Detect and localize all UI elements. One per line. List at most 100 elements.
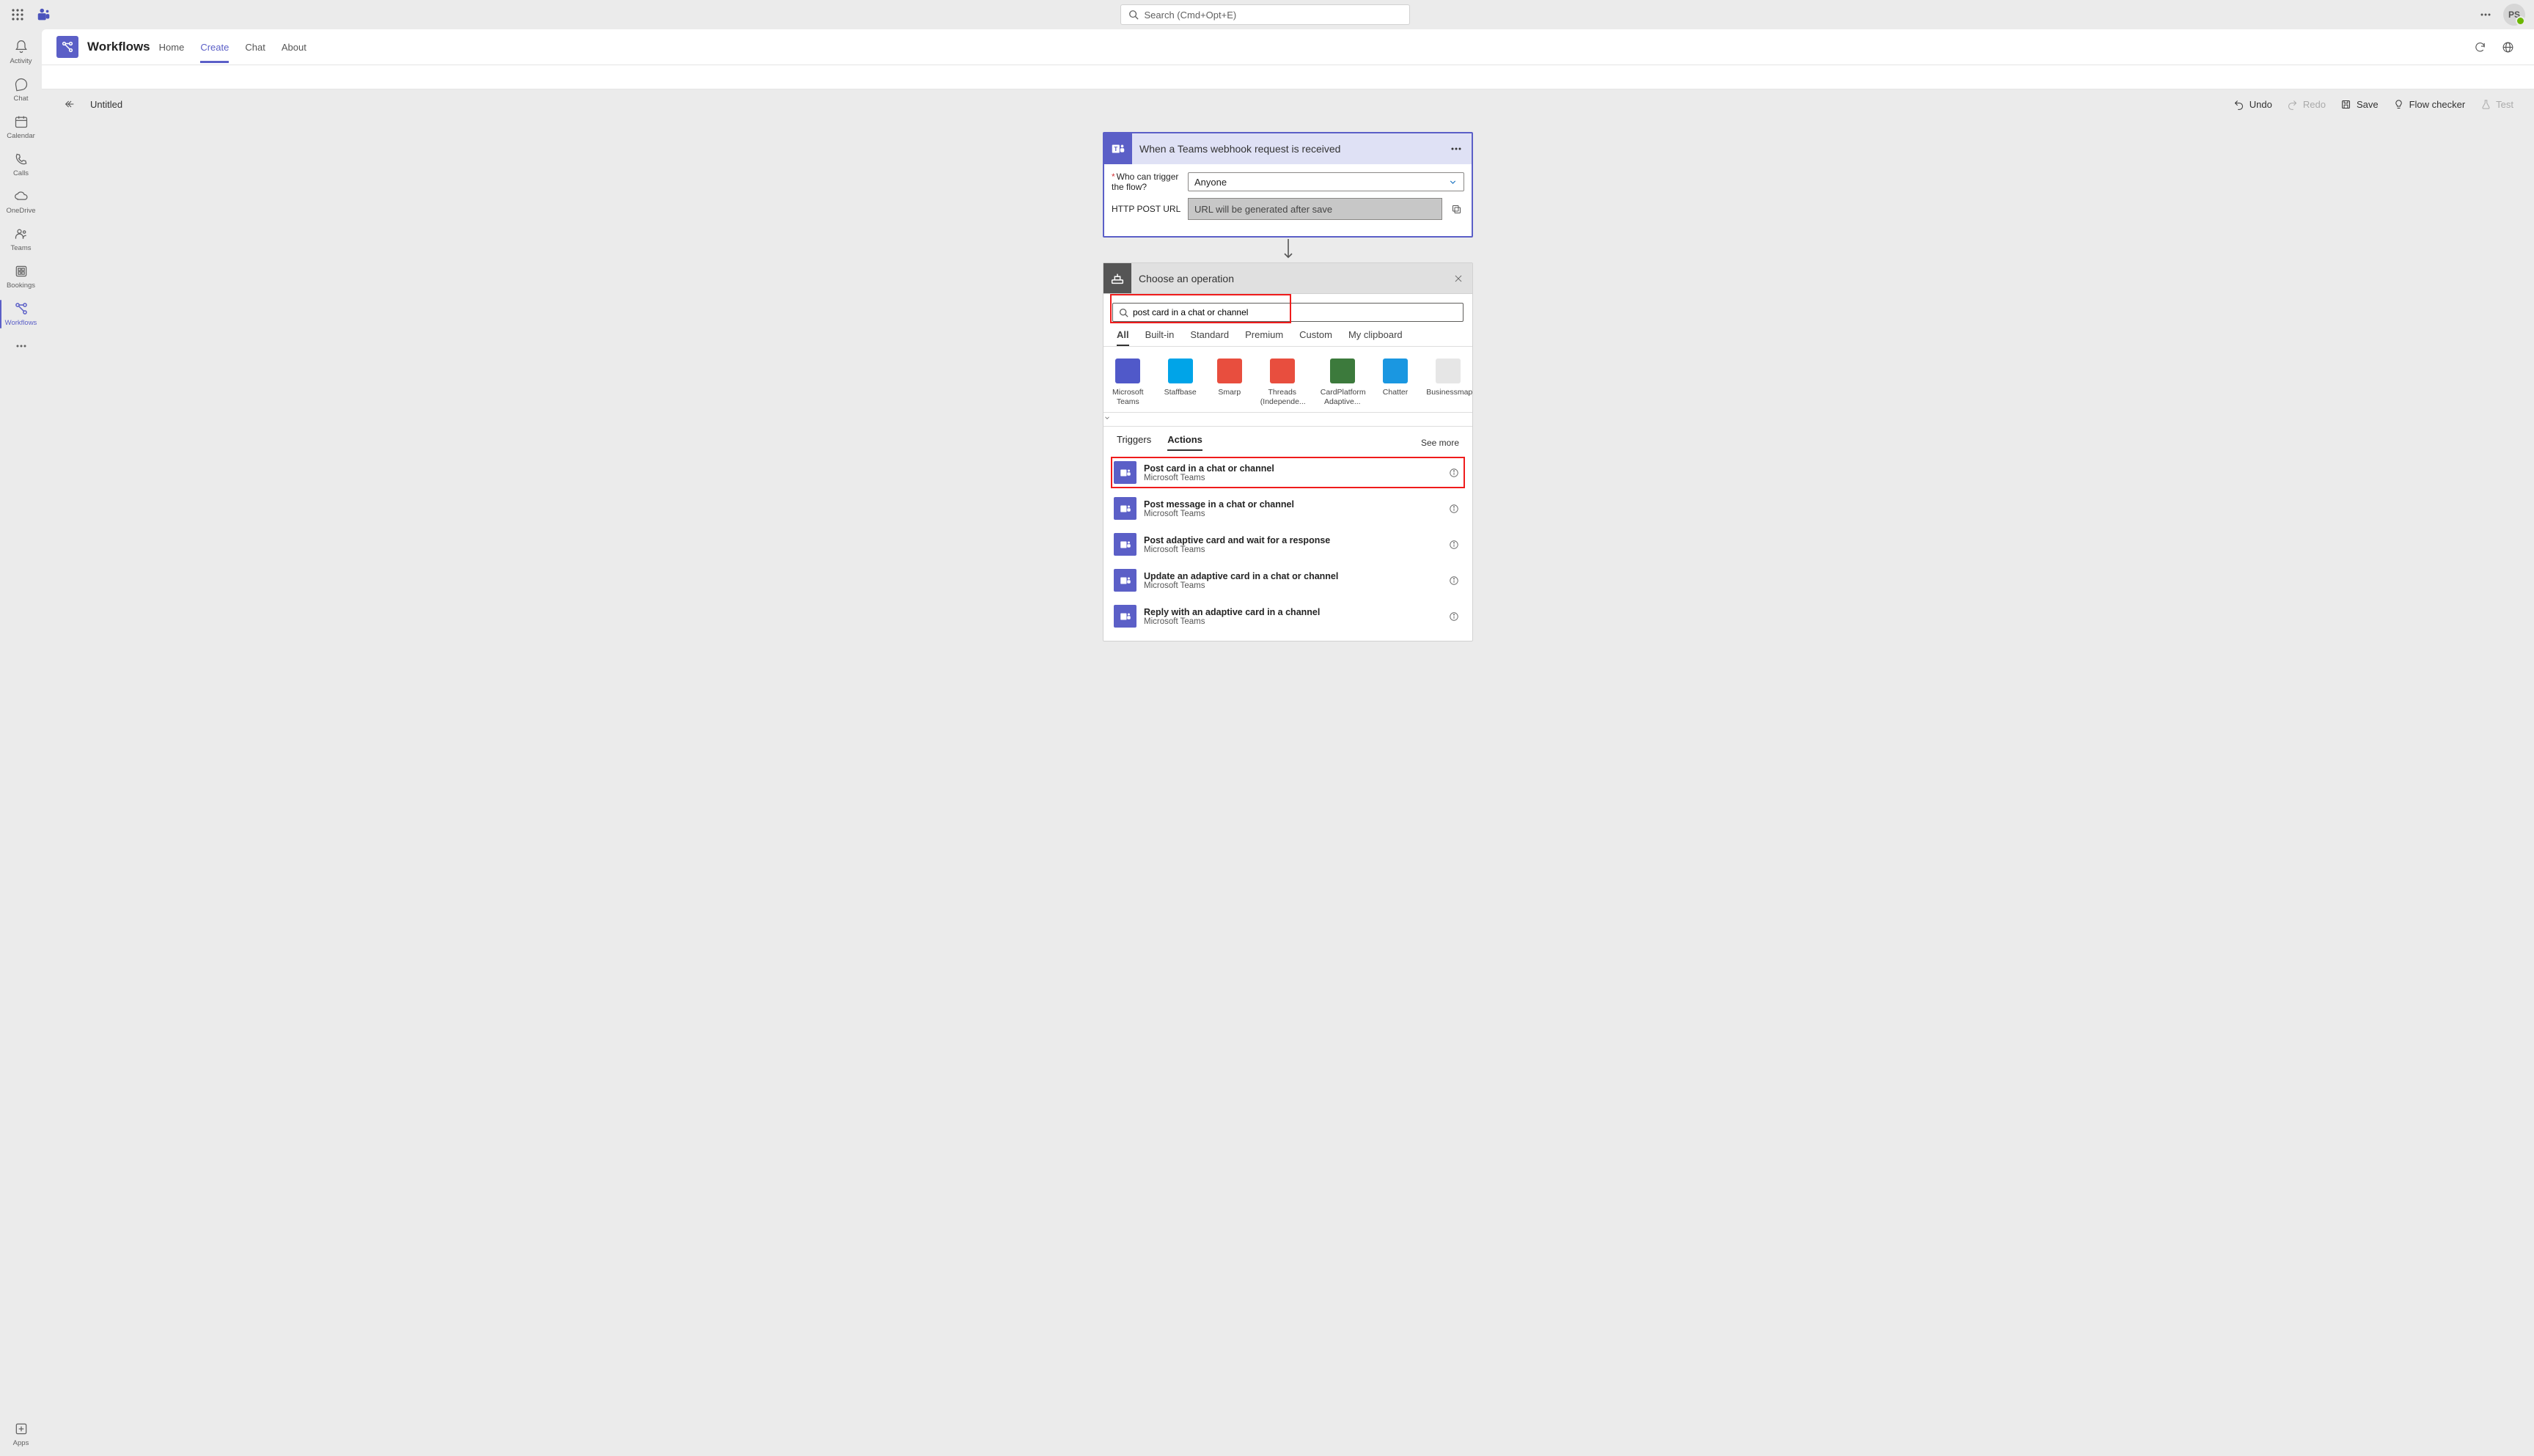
post-url-field: URL will be generated after save xyxy=(1188,198,1442,220)
redo-button[interactable]: Redo xyxy=(2287,98,2326,110)
save-button[interactable]: Save xyxy=(2340,98,2379,110)
app-tab-create[interactable]: Create xyxy=(200,32,229,63)
connector-name: Microsoft Teams xyxy=(1112,388,1144,406)
sidebar-item-chat[interactable]: Chat xyxy=(0,71,42,109)
sidebar-item-apps[interactable]: Apps xyxy=(0,1416,42,1453)
connector-icon xyxy=(1168,359,1193,383)
connector-item[interactable]: Smarp xyxy=(1217,359,1242,406)
teams-icon xyxy=(12,225,30,243)
secondary-bar xyxy=(42,65,2534,89)
connector-item[interactable]: CardPlatform Adaptive... xyxy=(1323,359,1362,406)
action-teams-icon xyxy=(1114,605,1136,628)
who-trigger-label: *Who can trigger the flow? xyxy=(1112,172,1182,192)
info-icon[interactable] xyxy=(1449,468,1459,478)
connector-name: CardPlatform Adaptive... xyxy=(1321,388,1365,406)
test-button[interactable]: Test xyxy=(2480,98,2513,110)
app-tab-home[interactable]: Home xyxy=(159,32,185,63)
conn-tab-custom[interactable]: Custom xyxy=(1299,329,1332,346)
info-icon[interactable] xyxy=(1449,504,1459,514)
trigger-card[interactable]: T When a Teams webhook request is receiv… xyxy=(1103,132,1473,238)
connector-name: Threads (Independe... xyxy=(1260,388,1304,406)
sidebar-item-workflows[interactable]: Workflows xyxy=(0,295,42,333)
trigger-more-icon[interactable] xyxy=(1441,142,1472,155)
close-operation-icon[interactable] xyxy=(1444,273,1472,284)
action-subtitle: Microsoft Teams xyxy=(1144,474,1442,482)
app-tab-chat[interactable]: Chat xyxy=(245,32,265,63)
connector-search-input[interactable] xyxy=(1112,303,1464,322)
connector-name: Chatter xyxy=(1383,388,1408,397)
conn-tab-clipboard[interactable]: My clipboard xyxy=(1348,329,1403,346)
action-teams-icon xyxy=(1114,461,1136,484)
svg-text:T: T xyxy=(1114,146,1117,152)
conn-tab-premium[interactable]: Premium xyxy=(1245,329,1283,346)
more-icon xyxy=(12,337,30,355)
action-subtitle: Microsoft Teams xyxy=(1144,510,1442,518)
expand-connectors[interactable] xyxy=(1103,413,1472,427)
connector-search-field[interactable] xyxy=(1133,307,1457,317)
operation-title: Choose an operation xyxy=(1131,273,1444,284)
action-item[interactable]: Update an adaptive card in a chat or cha… xyxy=(1112,566,1464,595)
chevron-down-icon xyxy=(1448,177,1458,187)
trigger-title: When a Teams webhook request is received xyxy=(1132,143,1441,155)
teams-logo-icon xyxy=(34,4,54,25)
flow-canvas[interactable]: T When a Teams webhook request is receiv… xyxy=(42,119,2534,1456)
phone-icon xyxy=(12,150,30,168)
conn-tab-all[interactable]: All xyxy=(1117,329,1129,346)
tab-triggers[interactable]: Triggers xyxy=(1117,434,1151,451)
globe-icon[interactable] xyxy=(2499,38,2516,56)
info-icon[interactable] xyxy=(1449,540,1459,550)
app-grid-icon[interactable] xyxy=(9,6,26,23)
connector-item[interactable]: Threads (Independe... xyxy=(1263,359,1302,406)
sidebar-item-calls[interactable]: Calls xyxy=(0,146,42,183)
action-item[interactable]: Reply with an adaptive card in a channel… xyxy=(1112,602,1464,630)
tab-actions[interactable]: Actions xyxy=(1167,434,1202,451)
action-subtitle: Microsoft Teams xyxy=(1144,617,1442,626)
connector-item[interactable]: Businessmap xyxy=(1428,359,1468,406)
sidebar-item-more[interactable] xyxy=(0,333,42,361)
action-item[interactable]: Post adaptive card and wait for a respon… xyxy=(1112,530,1464,559)
action-title: Reply with an adaptive card in a channel xyxy=(1144,607,1442,617)
action-teams-icon xyxy=(1114,569,1136,592)
action-item[interactable]: Post message in a chat or channelMicroso… xyxy=(1112,494,1464,523)
sidebar-item-calendar[interactable]: Calendar xyxy=(0,109,42,146)
apps-icon xyxy=(12,1420,30,1438)
avatar[interactable]: PS xyxy=(2503,4,2525,26)
action-teams-icon xyxy=(1114,497,1136,520)
operation-icon xyxy=(1103,263,1131,293)
more-options-icon[interactable] xyxy=(2475,4,2496,25)
conn-tab-standard[interactable]: Standard xyxy=(1190,329,1229,346)
connector-icon xyxy=(1436,359,1461,383)
search-placeholder: Search (Cmd+Opt+E) xyxy=(1145,10,1237,21)
who-trigger-select[interactable]: Anyone xyxy=(1188,172,1464,191)
sidebar-item-bookings[interactable]: Bookings xyxy=(0,258,42,295)
undo-button[interactable]: Undo xyxy=(2233,98,2272,110)
sidebar-item-onedrive[interactable]: OneDrive xyxy=(0,183,42,221)
flask-icon xyxy=(2480,98,2491,110)
conn-tab-builtin[interactable]: Built-in xyxy=(1145,329,1175,346)
connector-item[interactable]: Microsoft Teams xyxy=(1112,359,1144,406)
refresh-icon[interactable] xyxy=(2471,38,2489,56)
workflows-icon xyxy=(12,300,30,317)
info-icon[interactable] xyxy=(1449,611,1459,622)
connector-item[interactable]: Chatter xyxy=(1383,359,1408,406)
see-more-link[interactable]: See more xyxy=(1421,438,1459,448)
action-item[interactable]: Post card in a chat or channelMicrosoft … xyxy=(1112,458,1464,487)
calendar-icon xyxy=(12,113,30,130)
flow-checker-button[interactable]: Flow checker xyxy=(2393,98,2466,110)
app-tab-about[interactable]: About xyxy=(282,32,306,63)
action-teams-icon xyxy=(1114,533,1136,556)
connector-item[interactable]: Staffbase xyxy=(1164,359,1197,406)
connector-icon xyxy=(1330,359,1355,383)
undo-icon xyxy=(2233,98,2245,110)
copy-icon[interactable] xyxy=(1448,201,1464,217)
action-title: Post adaptive card and wait for a respon… xyxy=(1144,535,1442,545)
sidebar-item-activity[interactable]: Activity xyxy=(0,34,42,71)
flow-title[interactable]: Untitled xyxy=(90,99,122,110)
info-icon[interactable] xyxy=(1449,576,1459,586)
global-search-input[interactable]: Search (Cmd+Opt+E) xyxy=(1120,4,1410,25)
action-subtitle: Microsoft Teams xyxy=(1144,581,1442,590)
app-header: Workflows Home Create Chat About xyxy=(42,29,2534,65)
back-button[interactable] xyxy=(62,97,77,111)
sidebar-item-teams[interactable]: Teams xyxy=(0,221,42,258)
save-icon xyxy=(2340,98,2352,110)
